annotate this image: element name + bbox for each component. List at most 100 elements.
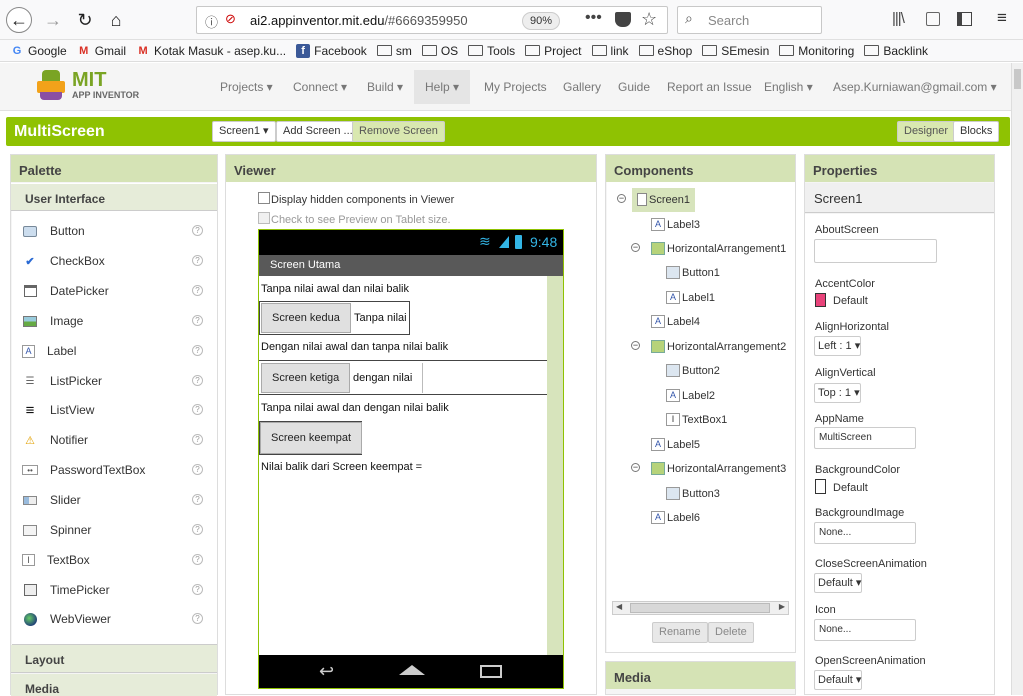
help-icon[interactable]: ? — [192, 404, 203, 415]
rename-button[interactable]: Rename — [652, 622, 708, 643]
accent-color-swatch[interactable] — [815, 293, 826, 307]
palette-item-label[interactable]: A Label — [22, 341, 76, 361]
blocks-button[interactable]: Blocks — [953, 121, 1000, 142]
help-icon[interactable]: ? — [192, 464, 203, 475]
bookmark-backlink[interactable]: Backlink — [864, 44, 928, 58]
bookmark-semesin[interactable]: SEmesin — [702, 44, 769, 58]
tree-ha2[interactable]: HorizontalArrangement2 — [651, 340, 786, 353]
palette-item-notifier[interactable]: ⚠ Notifier — [22, 430, 88, 450]
pocket-icon[interactable] — [615, 12, 631, 27]
remove-screen-button[interactable]: Remove Screen — [352, 121, 445, 142]
collapse-screen1-icon[interactable]: − — [617, 194, 626, 203]
icon-picker[interactable]: None... — [814, 619, 916, 641]
bookmark-facebook[interactable]: f Facebook — [296, 43, 367, 58]
collapse-ha3-icon[interactable]: − — [631, 463, 640, 472]
nav-build[interactable]: Build ▾ — [367, 80, 403, 94]
nav-my-projects[interactable]: My Projects — [484, 80, 547, 94]
tree-label2[interactable]: A Label2 — [666, 389, 715, 402]
background-color-value[interactable]: Default — [833, 482, 868, 494]
bookmark-eshop[interactable]: eShop — [638, 44, 692, 58]
button3-preview[interactable]: Screen keempat — [260, 422, 363, 454]
tree-button2[interactable]: Button2 — [666, 364, 720, 377]
help-icon[interactable]: ? — [192, 584, 203, 595]
nav-report-issue[interactable]: Report an Issue — [667, 80, 752, 94]
close-animation-dropdown[interactable]: Default ▾ — [814, 573, 863, 593]
help-icon[interactable]: ? — [192, 225, 203, 236]
tree-button1[interactable]: Button1 — [666, 266, 720, 279]
help-icon[interactable]: ? — [192, 554, 203, 565]
help-icon[interactable]: ? — [192, 524, 203, 535]
help-icon[interactable]: ? — [192, 613, 203, 624]
more-actions-icon[interactable]: ••• — [585, 9, 602, 27]
open-animation-dropdown[interactable]: Default ▾ — [814, 670, 863, 690]
palette-item-timepicker[interactable]: TimePicker — [22, 580, 110, 600]
tree-label1[interactable]: A Label1 — [666, 291, 715, 304]
nav-connect[interactable]: Connect ▾ — [293, 80, 347, 94]
tree-label4[interactable]: A Label4 — [651, 315, 700, 328]
tree-label6[interactable]: A Label6 — [651, 511, 700, 524]
collapse-ha2-icon[interactable]: − — [631, 341, 640, 350]
palette-item-listpicker[interactable]: ☰ ListPicker — [22, 371, 103, 391]
help-icon[interactable]: ? — [192, 434, 203, 445]
palette-item-image[interactable]: Image — [22, 311, 83, 331]
palette-section-user-interface[interactable]: User Interface — [11, 183, 217, 211]
app-name-input[interactable]: MultiScreen — [814, 427, 916, 449]
scroll-left-icon[interactable]: ◀ — [616, 602, 622, 611]
palette-item-checkbox[interactable]: ✔ CheckBox — [22, 251, 104, 271]
collapse-ha1-icon[interactable]: − — [631, 243, 640, 252]
palette-section-layout[interactable]: Layout — [11, 645, 217, 673]
sidebar-icon[interactable] — [957, 12, 972, 26]
page-scrollbar[interactable] — [1011, 63, 1023, 695]
phone-scrollbar[interactable] — [547, 276, 563, 655]
help-icon[interactable]: ? — [192, 255, 203, 266]
align-vertical-dropdown[interactable]: Top : 1 ▾ — [814, 383, 861, 403]
help-icon[interactable]: ? — [192, 285, 203, 296]
url-text[interactable]: ai2.appinventor.mit.edu/#6669359950 — [250, 13, 468, 28]
background-color-swatch[interactable] — [815, 479, 826, 494]
tree-button3[interactable]: Button3 — [666, 487, 720, 500]
nav-gallery[interactable]: Gallery — [563, 80, 601, 94]
search-box[interactable]: ⌕ Search — [677, 6, 822, 34]
label1-preview[interactable]: Tanpa nilai — [354, 312, 407, 324]
hidden-components-checkbox[interactable] — [258, 192, 270, 204]
background-image-picker[interactable]: None... — [814, 522, 916, 544]
label3-preview[interactable]: Tanpa nilai awal dan nilai balik — [261, 283, 409, 295]
textbox1-preview[interactable] — [422, 363, 547, 393]
palette-item-slider[interactable]: Slider — [22, 490, 81, 510]
nav-projects[interactable]: Projects ▾ — [220, 80, 273, 94]
bookmark-monitoring[interactable]: Monitoring — [779, 44, 854, 58]
accent-color-value[interactable]: Default — [833, 295, 868, 307]
palette-item-listview[interactable]: ≡ ListView — [22, 400, 95, 420]
palette-section-media[interactable]: Media — [11, 674, 217, 696]
designer-button[interactable]: Designer — [897, 121, 956, 142]
bookmark-google[interactable]: G Google — [10, 44, 67, 58]
bookmark-gmail[interactable]: M Gmail — [77, 44, 126, 58]
label4-preview[interactable]: Dengan nilai awal dan tanpa nilai balik — [261, 341, 448, 353]
bookmark-project[interactable]: Project — [525, 44, 582, 58]
reload-icon[interactable]: ↻ — [72, 7, 98, 33]
help-icon[interactable]: ? — [192, 315, 203, 326]
palette-item-datepicker[interactable]: DatePicker — [22, 281, 109, 301]
tree-textbox1[interactable]: I TextBox1 — [666, 413, 727, 426]
bookmark-sm[interactable]: sm — [376, 44, 412, 58]
button1-preview[interactable]: Screen kedua — [261, 303, 351, 333]
label5-preview[interactable]: Tanpa nilai awal dan dengan nilai balik — [261, 402, 449, 414]
palette-item-spinner[interactable]: Spinner — [22, 520, 91, 540]
nav-help[interactable]: Help ▾ — [425, 80, 459, 94]
info-icon[interactable]: ⓘ — [205, 12, 218, 31]
forward-arrow-icon[interactable]: → — [40, 7, 66, 33]
button2-preview[interactable]: Screen ketiga — [261, 363, 351, 393]
scroll-right-icon[interactable]: ▶ — [779, 602, 785, 611]
menu-icon[interactable]: ≡ — [997, 8, 1007, 28]
help-icon[interactable]: ? — [192, 375, 203, 386]
app-logo[interactable]: MIT APP INVENTOR — [32, 66, 162, 106]
tree-horizontal-scrollbar[interactable]: ◀ ▶ — [612, 601, 789, 615]
help-icon[interactable]: ? — [192, 345, 203, 356]
bookmark-tools[interactable]: Tools — [468, 44, 515, 58]
insecure-lock-icon[interactable]: ⊘ — [225, 11, 236, 27]
nav-guide[interactable]: Guide — [618, 80, 650, 94]
label6-preview[interactable]: Nilai balik dari Screen keempat = — [261, 461, 422, 473]
delete-button[interactable]: Delete — [708, 622, 754, 643]
tablet-preview-checkbox[interactable] — [258, 212, 270, 224]
scrollbar-thumb[interactable] — [630, 603, 770, 613]
